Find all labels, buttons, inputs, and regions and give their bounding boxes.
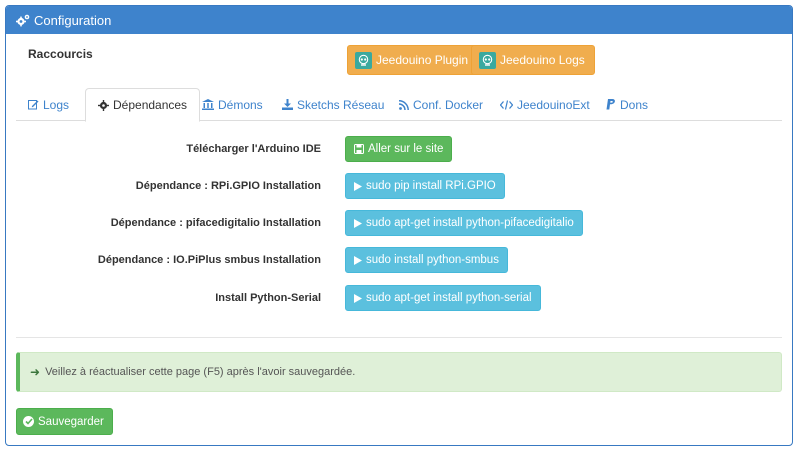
save-icon xyxy=(354,144,364,154)
button-label: sudo apt-get install python-pifacedigita… xyxy=(366,217,574,229)
tab-label: Sketchs Réseau xyxy=(297,97,385,112)
alert-text: Veillez à réactualiser cette page (F5) a… xyxy=(45,366,356,378)
play-icon xyxy=(354,218,362,228)
dependency-row-python-serial: Install Python-Serial sudo apt-get insta… xyxy=(6,285,792,311)
dependency-row-arduino: Télécharger l'Arduino IDE Aller sur le s… xyxy=(6,136,792,162)
tab-sketchs-reseau[interactable]: Sketchs Réseau xyxy=(270,88,396,121)
save-label: Sauvegarder xyxy=(38,415,104,428)
code-icon xyxy=(500,99,513,110)
install-python-serial-button[interactable]: sudo apt-get install python-serial xyxy=(345,285,541,311)
tab-label: Dons xyxy=(620,97,649,112)
dependency-row-rpi-gpio: Dépendance : RPi.GPIO Installation sudo … xyxy=(6,173,792,199)
tab-conf-docker[interactable]: Conf. Docker xyxy=(387,88,495,121)
save-button[interactable]: Sauvegarder xyxy=(16,408,113,435)
tab-label: Démons xyxy=(218,97,263,112)
dependency-label: Dépendance : pifacedigitalio Installatio… xyxy=(110,217,321,229)
jeedouino-logs-button[interactable]: Jeedouino Logs xyxy=(471,45,595,75)
jeedouino-logo-icon xyxy=(479,51,496,69)
tab-dependances[interactable]: Dépendances xyxy=(85,88,201,122)
panel-title: Configuration xyxy=(34,12,112,28)
jeedouino-logs-label: Jeedouino Logs xyxy=(500,53,585,67)
rss-icon xyxy=(399,99,409,110)
dependency-row-smbus: Dépendance : IO.PiPlus smbus Installatio… xyxy=(6,247,792,273)
download-icon xyxy=(282,99,293,110)
jeedouino-plugin-label: Jeedouino Plugin xyxy=(376,53,469,67)
dependency-label: Dépendance : IO.PiPlus smbus Installatio… xyxy=(97,254,321,266)
tab-demons[interactable]: Démons xyxy=(190,88,275,121)
install-smbus-button[interactable]: sudo install python-smbus xyxy=(345,247,508,273)
dependency-label: Install Python-Serial xyxy=(215,292,321,304)
shortcuts-label: Raccourcis xyxy=(28,47,93,61)
button-label: sudo install python-smbus xyxy=(366,254,499,266)
tab-logs[interactable]: Logs xyxy=(16,88,81,121)
dependency-row-pifacedigitalio: Dépendance : pifacedigitalio Installatio… xyxy=(6,210,792,236)
jeedouino-logo-icon xyxy=(355,51,372,69)
cog-icon xyxy=(98,99,109,111)
configuration-panel: Configuration Raccourcis Jeedouino Plugi… xyxy=(5,5,793,446)
button-label: sudo pip install RPi.GPIO xyxy=(366,180,496,192)
arduino-site-button[interactable]: Aller sur le site xyxy=(345,136,453,162)
divider xyxy=(16,337,782,338)
tab-label: JeedouinoExt xyxy=(517,97,590,112)
install-pifacedigitalio-button[interactable]: sudo apt-get install python-pifacedigita… xyxy=(345,210,583,236)
tab-label: Logs xyxy=(43,97,70,112)
dependency-label: Télécharger l'Arduino IDE xyxy=(186,143,321,155)
tab-jeedouinoext[interactable]: JeedouinoExt xyxy=(488,88,602,121)
bank-icon xyxy=(202,99,214,110)
play-icon xyxy=(354,255,362,265)
arrow-right-icon: ➜ xyxy=(30,365,41,379)
button-label: Aller sur le site xyxy=(368,143,444,155)
button-label: sudo apt-get install python-serial xyxy=(366,292,532,304)
paypal-icon xyxy=(606,99,616,110)
edit-icon xyxy=(28,99,39,110)
cogs-icon xyxy=(16,14,30,27)
shortcuts-row: Raccourcis Jeedouino Plugin Jeedouino Lo… xyxy=(6,34,792,88)
panel-heading: Configuration xyxy=(6,6,792,34)
tab-dons[interactable]: Dons xyxy=(594,88,660,121)
tab-bar: Logs Dépendances Démons Sketchs Réseau C… xyxy=(16,88,782,122)
tab-label: Conf. Docker xyxy=(413,97,484,112)
check-circle-icon xyxy=(23,416,34,427)
dependency-label: Dépendance : RPi.GPIO Installation xyxy=(135,180,321,192)
play-icon xyxy=(354,293,362,303)
jeedouino-plugin-button[interactable]: Jeedouino Plugin xyxy=(347,45,479,75)
tab-label: Dépendances xyxy=(113,98,188,112)
play-icon xyxy=(354,181,362,191)
refresh-alert: ➜ Veillez à réactualiser cette page (F5)… xyxy=(16,352,782,392)
install-rpi-gpio-button[interactable]: sudo pip install RPi.GPIO xyxy=(345,173,505,199)
